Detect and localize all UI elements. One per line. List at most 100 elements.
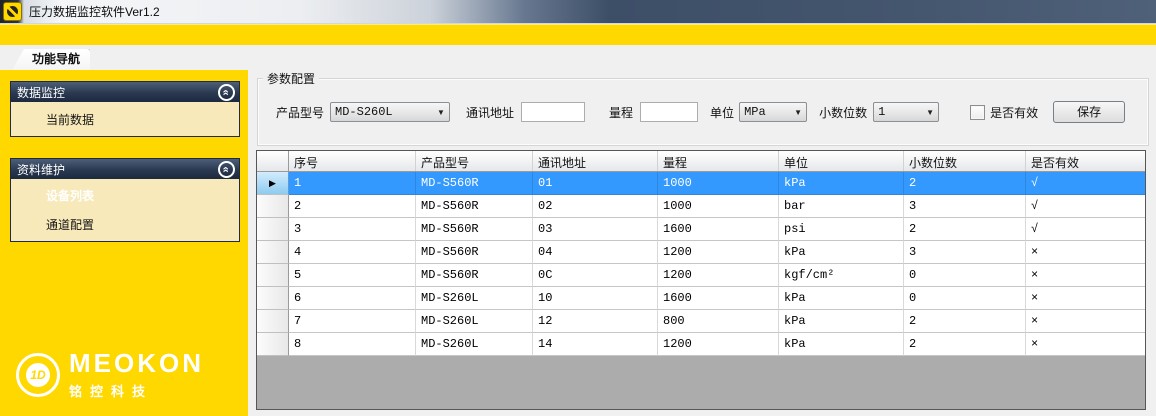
table-cell[interactable]: 2 [904, 310, 1026, 333]
table-cell[interactable]: 7 [289, 310, 416, 333]
column-header-comm-address[interactable]: 通讯地址 [533, 151, 658, 171]
table-cell[interactable]: × [1026, 333, 1146, 356]
table-cell[interactable]: kPa [779, 287, 904, 310]
table-cell[interactable]: 2 [904, 333, 1026, 356]
table-cell[interactable]: 8 [289, 333, 416, 356]
row-selector-cell[interactable] [257, 310, 289, 333]
table-row[interactable]: ▶1MD-S560R011000kPa2√ [257, 172, 1145, 195]
table-cell[interactable]: 14 [533, 333, 658, 356]
row-selector-cell[interactable] [257, 218, 289, 241]
table-row[interactable]: 4MD-S560R041200kPa3× [257, 241, 1145, 264]
table-cell[interactable]: kPa [779, 172, 904, 195]
table-cell[interactable]: 3 [904, 241, 1026, 264]
table-cell[interactable]: 1600 [658, 287, 779, 310]
table-cell[interactable]: MD-S560R [416, 195, 533, 218]
table-cell[interactable]: MD-S560R [416, 264, 533, 287]
table-row[interactable]: 6MD-S260L101600kPa0× [257, 287, 1145, 310]
table-cell[interactable]: kgf/cm² [779, 264, 904, 287]
column-header-range[interactable]: 量程 [658, 151, 779, 171]
save-button[interactable]: 保存 [1053, 101, 1125, 123]
table-cell[interactable]: × [1026, 310, 1146, 333]
column-header-product-model[interactable]: 产品型号 [416, 151, 533, 171]
table-cell[interactable]: 1200 [658, 241, 779, 264]
tab-function-navigation[interactable]: 功能导航 [12, 49, 90, 70]
table-cell[interactable]: 02 [533, 195, 658, 218]
row-selector-cell[interactable] [257, 333, 289, 356]
logo-text: MEOKON 铭控科技 [69, 350, 204, 400]
table-cell[interactable]: 0C [533, 264, 658, 287]
column-header-valid[interactable]: 是否有效 [1026, 151, 1146, 171]
table-cell[interactable]: 2 [289, 195, 416, 218]
table-cell[interactable]: 10 [533, 287, 658, 310]
table-row[interactable]: 7MD-S260L12800kPa2× [257, 310, 1145, 333]
table-cell[interactable]: 1200 [658, 333, 779, 356]
table-cell[interactable]: kPa [779, 333, 904, 356]
row-selector-cell[interactable] [257, 195, 289, 218]
chevron-up-circle-icon[interactable]: « [218, 84, 235, 101]
table-cell[interactable]: 0 [904, 287, 1026, 310]
table-cell[interactable]: 1000 [658, 172, 779, 195]
comm-address-input[interactable] [521, 102, 585, 122]
table-cell[interactable]: 1200 [658, 264, 779, 287]
logo-brand: MEOKON [69, 350, 204, 376]
table-cell[interactable]: MD-S260L [416, 310, 533, 333]
product-model-select[interactable]: MD-S260L ▼ [330, 102, 450, 122]
table-cell[interactable]: MD-S260L [416, 333, 533, 356]
table-cell[interactable]: 800 [658, 310, 779, 333]
table-cell[interactable]: 1000 [658, 195, 779, 218]
column-header-decimals[interactable]: 小数位数 [904, 151, 1026, 171]
table-cell[interactable]: kPa [779, 241, 904, 264]
table-cell[interactable]: × [1026, 287, 1146, 310]
table-cell[interactable]: √ [1026, 172, 1146, 195]
row-selector-cell[interactable]: ▶ [257, 172, 289, 195]
table-cell[interactable]: bar [779, 195, 904, 218]
table-cell[interactable]: 03 [533, 218, 658, 241]
row-selector-cell[interactable] [257, 241, 289, 264]
table-cell[interactable]: 2 [904, 172, 1026, 195]
panel-header-data-monitoring[interactable]: 数据监控 « [11, 82, 239, 102]
table-cell[interactable]: 3 [289, 218, 416, 241]
decimals-select[interactable]: 1 ▼ [873, 102, 939, 122]
valid-checkbox[interactable] [970, 105, 985, 120]
table-cell[interactable]: MD-S560R [416, 241, 533, 264]
table-row[interactable]: 3MD-S560R031600psi2√ [257, 218, 1145, 241]
sidebar: 数据监控 « 当前数据 资料维护 « 设备列表 通道配置 1D MEOKON 铭… [0, 70, 248, 416]
table-cell[interactable]: 4 [289, 241, 416, 264]
chevron-up-circle-icon[interactable]: « [218, 161, 235, 178]
table-cell[interactable]: 01 [533, 172, 658, 195]
table-cell[interactable]: MD-S560R [416, 172, 533, 195]
sidebar-item-channel-config[interactable]: 通道配置 [11, 210, 239, 239]
tab-label: 功能导航 [12, 49, 90, 70]
table-cell[interactable]: 3 [904, 195, 1026, 218]
table-cell[interactable]: 5 [289, 264, 416, 287]
table-row[interactable]: 2MD-S560R021000bar3√ [257, 195, 1145, 218]
table-cell[interactable]: 12 [533, 310, 658, 333]
table-cell[interactable]: 6 [289, 287, 416, 310]
table-cell[interactable]: psi [779, 218, 904, 241]
table-cell[interactable]: 04 [533, 241, 658, 264]
table-cell[interactable]: 1 [289, 172, 416, 195]
table-cell[interactable]: √ [1026, 218, 1146, 241]
column-header-unit[interactable]: 单位 [779, 151, 904, 171]
row-selector-cell[interactable] [257, 264, 289, 287]
table-cell[interactable]: √ [1026, 195, 1146, 218]
table-cell[interactable]: MD-S560R [416, 218, 533, 241]
range-input[interactable] [640, 102, 698, 122]
table-row[interactable]: 5MD-S560R0C1200kgf/cm²0× [257, 264, 1145, 287]
table-cell[interactable]: 2 [904, 218, 1026, 241]
range-label: 量程 [609, 104, 633, 121]
column-header-seq[interactable]: 序号 [289, 151, 416, 171]
table-cell[interactable]: MD-S260L [416, 287, 533, 310]
table-row[interactable]: 8MD-S260L141200kPa2× [257, 333, 1145, 356]
table-cell[interactable]: kPa [779, 310, 904, 333]
table-cell[interactable]: 1600 [658, 218, 779, 241]
parameter-controls-row: 产品型号 MD-S260L ▼ 通讯地址 量程 单位 MPa ▼ 小数位数 1 … [258, 101, 1148, 123]
row-selector-cell[interactable] [257, 287, 289, 310]
panel-header-data-maintenance[interactable]: 资料维护 « [11, 159, 239, 179]
table-cell[interactable]: 0 [904, 264, 1026, 287]
table-cell[interactable]: × [1026, 264, 1146, 287]
table-cell[interactable]: × [1026, 241, 1146, 264]
sidebar-item-device-list[interactable]: 设备列表 [11, 181, 239, 210]
unit-select[interactable]: MPa ▼ [739, 102, 807, 122]
sidebar-item-current-data[interactable]: 当前数据 [11, 102, 239, 136]
